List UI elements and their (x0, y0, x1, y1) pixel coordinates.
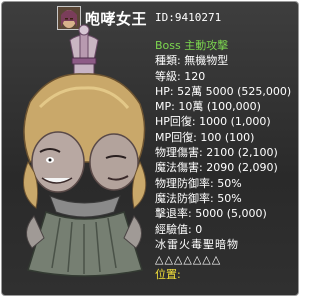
stat-line-type: 種類: 無機物型 (155, 54, 229, 68)
stat-line-hp-recovery: HP回復: 1000 (1,000) (155, 115, 271, 129)
monster-stats-list: Boss 主動攻擊 種類: 無機物型 等級: 120 HP: 52萬 5000 … (155, 38, 298, 283)
stat-line-magic-damage: 魔法傷害: 2090 (2,090) (155, 161, 278, 175)
crown-icon (69, 24, 99, 75)
monster-sprite-image (23, 24, 147, 277)
stat-line-exp: 經驗值: 0 (155, 222, 203, 236)
location-label: 位置: (155, 268, 181, 282)
stat-line-physical-defense: 物理防御率: 50% (155, 176, 242, 190)
elements-label: 冰雷火毒聖暗物 (155, 237, 239, 251)
monster-id: ID:9410271 (155, 11, 222, 24)
stat-line-level: 等級: 120 (155, 69, 206, 83)
stat-line-mp: MP: 10萬 (100,000) (155, 100, 261, 114)
stat-line-hp: HP: 52萬 5000 (525,000) (155, 84, 292, 98)
stat-line-magic-defense: 魔法防御率: 50% (155, 191, 242, 205)
boss-aggressive-label: Boss 主動攻擊 (155, 39, 229, 52)
stat-line-physical-damage: 物理傷害: 2100 (2,100) (155, 146, 278, 160)
elements-marks: △△△△△△△ (155, 253, 222, 267)
stat-line-mp-recovery: MP回復: 100 (100) (155, 130, 255, 144)
monster-info-panel: 咆哮女王 ID:9410271 Boss 主動攻擊 種類: 無機物型 等級: 1… (1, 1, 299, 296)
stat-line-knockback: 擊退率: 5000 (5,000) (155, 207, 267, 221)
